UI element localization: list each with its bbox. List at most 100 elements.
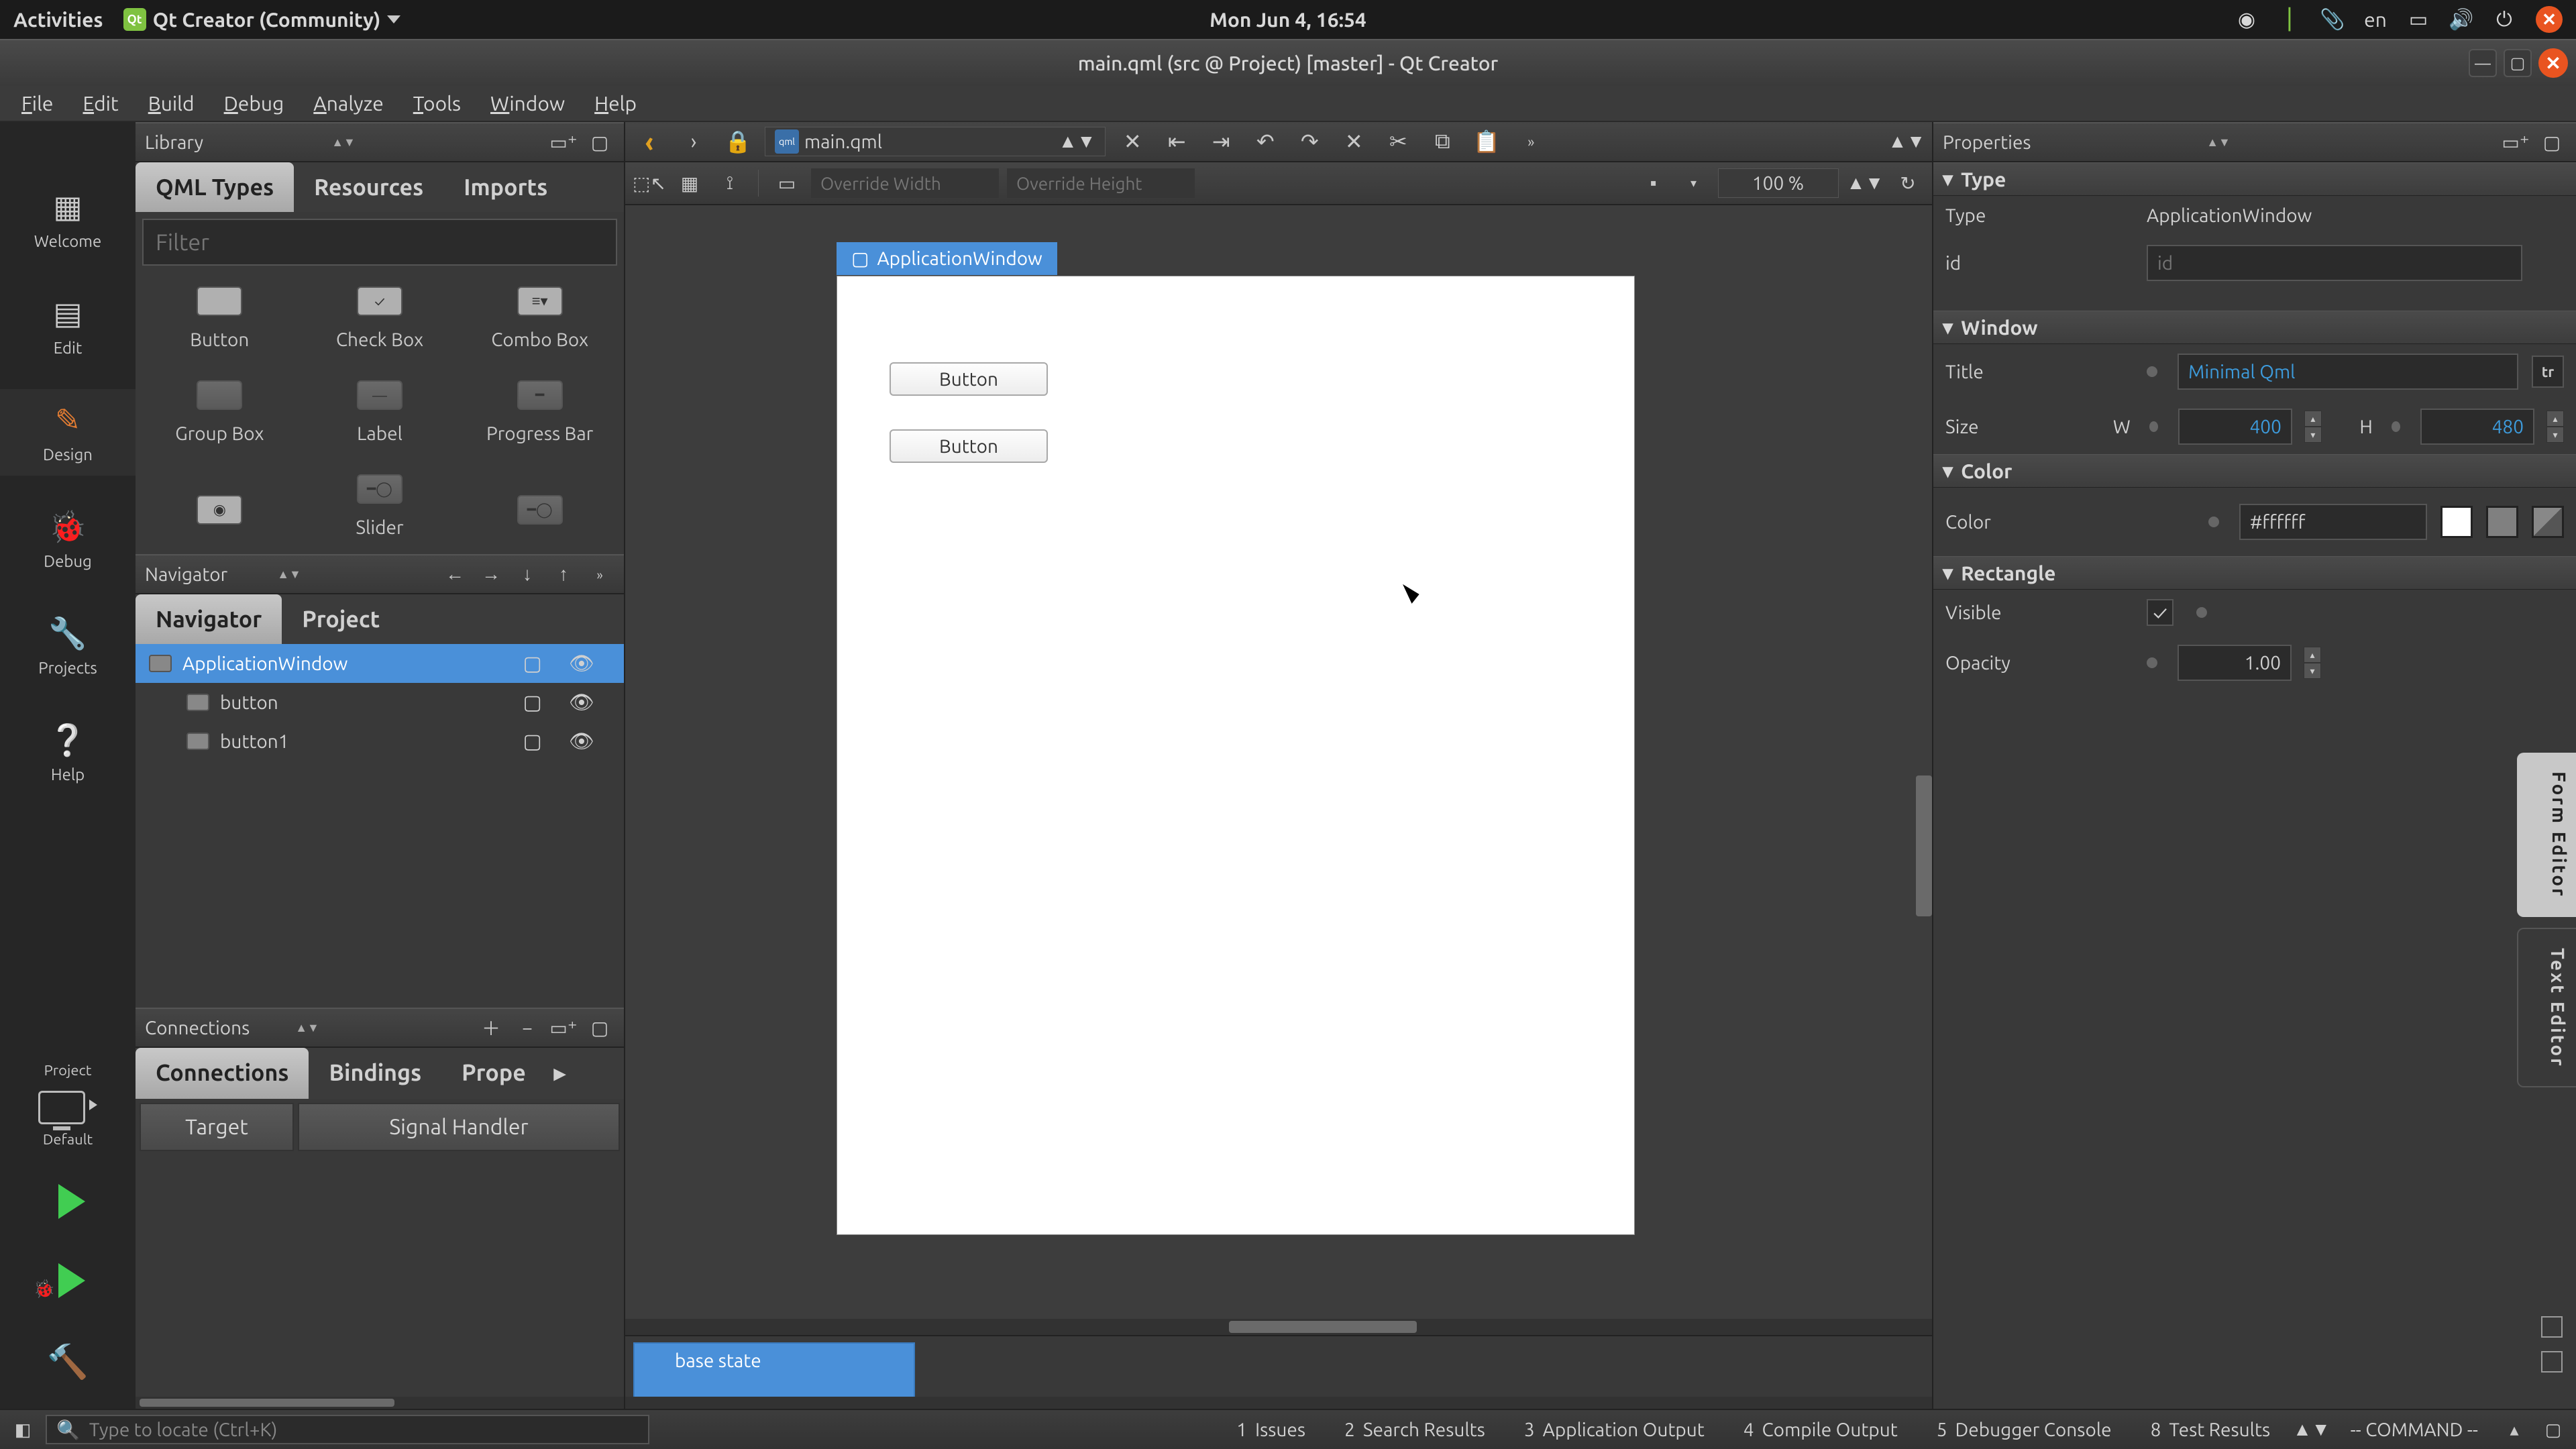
screen-icon[interactable]: ▭ <box>2407 8 2430 31</box>
visibility-icon[interactable]: 👁 <box>569 729 594 753</box>
height-spinner[interactable]: ▴▾ <box>2546 411 2564 443</box>
lib-item-groupbox[interactable]: Group Box <box>140 366 300 460</box>
output-close-button[interactable]: ▢ <box>2537 1416 2569 1443</box>
mode-welcome[interactable]: ▦ Welcome <box>0 176 136 262</box>
section-type[interactable]: ▾Type <box>1933 162 2576 196</box>
tab-connections[interactable]: Connections <box>136 1048 309 1099</box>
artboard[interactable]: Button Button <box>837 276 1635 1235</box>
chevron-updown-icon[interactable]: ▲▼ <box>295 1021 319 1035</box>
menu-edit[interactable]: Edit <box>68 85 133 121</box>
menu-help[interactable]: Help <box>580 85 651 121</box>
menu-tools[interactable]: Tools <box>398 85 476 121</box>
prop-split-button[interactable]: ▭⁺ <box>2501 127 2530 157</box>
nav-up-button[interactable]: ↑ <box>549 559 578 589</box>
visible-checkbox[interactable]: ✓ <box>2147 599 2174 626</box>
visibility-icon[interactable]: 👁 <box>569 690 594 714</box>
close-document-button[interactable]: ✕ <box>1115 127 1150 156</box>
mode-projects[interactable]: 🔧 Projects <box>0 602 136 689</box>
lib-item-progressbar[interactable]: ━Progress Bar <box>460 366 620 460</box>
chevron-updown-icon[interactable]: ▲▼ <box>277 568 301 582</box>
menu-analyze[interactable]: Analyze <box>299 85 398 121</box>
select-tool-button[interactable]: ⬚↖ <box>633 168 665 198</box>
section-window[interactable]: ▾Window <box>1933 311 2576 344</box>
outdent-button[interactable]: ⇤ <box>1159 127 1194 156</box>
canvas-color-button[interactable]: ▪ <box>1638 168 1670 198</box>
bounding-tool-button[interactable]: ▭ <box>771 168 803 198</box>
indent-button[interactable]: ⇥ <box>1203 127 1238 156</box>
translate-button[interactable]: tr <box>2532 356 2564 388</box>
tab-properties[interactable]: Prope <box>441 1048 546 1099</box>
export-icon[interactable]: ▢ <box>523 729 542 753</box>
redo-button[interactable]: ↷ <box>1292 127 1327 156</box>
artboard-label[interactable]: ▢ ApplicationWindow <box>837 242 1057 275</box>
menu-window[interactable]: Window <box>476 85 580 121</box>
side-tab-form-editor[interactable]: Form Editor <box>2517 753 2576 917</box>
conn-detach-button[interactable]: ▢ <box>585 1013 614 1042</box>
bound-indicator-icon[interactable] <box>2392 421 2400 432</box>
tab-imports[interactable]: Imports <box>443 162 568 212</box>
form-canvas[interactable]: ▢ ApplicationWindow Button Button <box>625 205 1932 1335</box>
chevron-updown-icon[interactable]: ▲▼ <box>1888 131 1925 152</box>
canvas-button-1[interactable]: Button <box>890 429 1048 463</box>
mode-design[interactable]: ✎ Design <box>0 389 136 476</box>
window-title-input[interactable] <box>2178 354 2518 390</box>
go-forward-button[interactable]: › <box>676 127 711 156</box>
nav-down-button[interactable]: ↓ <box>513 559 542 589</box>
side-toggle-2[interactable] <box>2541 1351 2563 1373</box>
library-detach-button[interactable]: ▢ <box>585 127 614 157</box>
id-input[interactable] <box>2147 245 2522 281</box>
power-icon[interactable]: ⏻ <box>2493 8 2516 31</box>
tree-row-button[interactable]: button ▢👁 <box>136 683 624 722</box>
reset-view-button[interactable]: ↻ <box>1892 168 1924 198</box>
volume-icon[interactable]: 🔊 <box>2450 8 2473 31</box>
bound-indicator-icon[interactable] <box>2147 657 2157 668</box>
lib-item-combobox[interactable]: ≡▾Combo Box <box>460 272 620 366</box>
lib-item-slider-v[interactable]: ━◯ <box>460 460 620 554</box>
tree-row-appwindow[interactable]: ApplicationWindow ▢👁 <box>136 644 624 683</box>
color-swatch-grey[interactable] <box>2486 506 2518 538</box>
lib-item-slider[interactable]: ━◯Slider <box>300 460 460 554</box>
minimize-button[interactable]: — <box>2469 49 2497 77</box>
activities-button[interactable]: Activities <box>13 8 103 31</box>
run-debug-button[interactable]: 🐞 <box>50 1255 85 1306</box>
opacity-input[interactable] <box>2178 645 2292 681</box>
lib-item-button[interactable]: Button <box>140 272 300 366</box>
pane-search[interactable]: 2Search Results <box>1328 1419 1501 1440</box>
messaging-icon[interactable]: ◉ <box>2235 8 2258 31</box>
override-width-input[interactable] <box>811 168 999 198</box>
anchors-tool-button[interactable]: ⟟ <box>714 168 746 198</box>
side-tab-text-editor[interactable]: Text Editor <box>2517 928 2576 1088</box>
close-tray-icon[interactable]: ✕ <box>2536 6 2563 33</box>
zoom-select[interactable]: 100 % <box>1718 168 1839 198</box>
kit-selector[interactable]: Project Default <box>38 1062 97 1148</box>
col-target[interactable]: Target <box>140 1103 294 1151</box>
run-button[interactable] <box>50 1168 85 1235</box>
delete-button[interactable]: ✕ <box>1336 127 1371 156</box>
visibility-icon[interactable]: 👁 <box>569 651 594 676</box>
width-input[interactable] <box>2178 409 2292 445</box>
pane-debugger[interactable]: 5Debugger Console <box>1921 1419 2128 1440</box>
mode-debug[interactable]: 🐞 Debug <box>0 496 136 582</box>
conn-split-button[interactable]: ▭⁺ <box>549 1013 578 1042</box>
copy-button[interactable]: ⧉ <box>1425 127 1460 156</box>
nav-more-button[interactable]: » <box>585 559 614 589</box>
tab-project[interactable]: Project <box>282 594 400 644</box>
menu-build[interactable]: Build <box>133 85 209 121</box>
connections-scrollbar[interactable] <box>136 1397 624 1409</box>
sidebar-toggle-button[interactable]: ◧ <box>7 1416 39 1443</box>
output-expand-button[interactable]: ▴ <box>2498 1416 2530 1443</box>
bound-indicator-icon[interactable] <box>2147 366 2157 377</box>
canvas-h-scrollbar[interactable] <box>625 1319 1932 1335</box>
chevron-updown-icon[interactable]: ▲▼ <box>1847 172 1884 194</box>
undo-button[interactable]: ↶ <box>1248 127 1283 156</box>
side-toggle-1[interactable] <box>2541 1316 2563 1338</box>
canvas-color-dd[interactable]: ▾ <box>1678 168 1710 198</box>
export-icon[interactable]: ▢ <box>523 690 542 714</box>
prop-detach-button[interactable]: ▢ <box>2537 127 2567 157</box>
open-document-select[interactable]: qml main.qml ▲▼ <box>765 127 1106 156</box>
canvas-button-0[interactable]: Button <box>890 362 1048 396</box>
nav-back-button[interactable]: ← <box>440 559 470 589</box>
chevron-updown-icon[interactable]: ▲▼ <box>2206 136 2231 150</box>
width-spinner[interactable]: ▴▾ <box>2304 411 2322 443</box>
toolbar-overflow-button[interactable]: » <box>1513 127 1548 156</box>
